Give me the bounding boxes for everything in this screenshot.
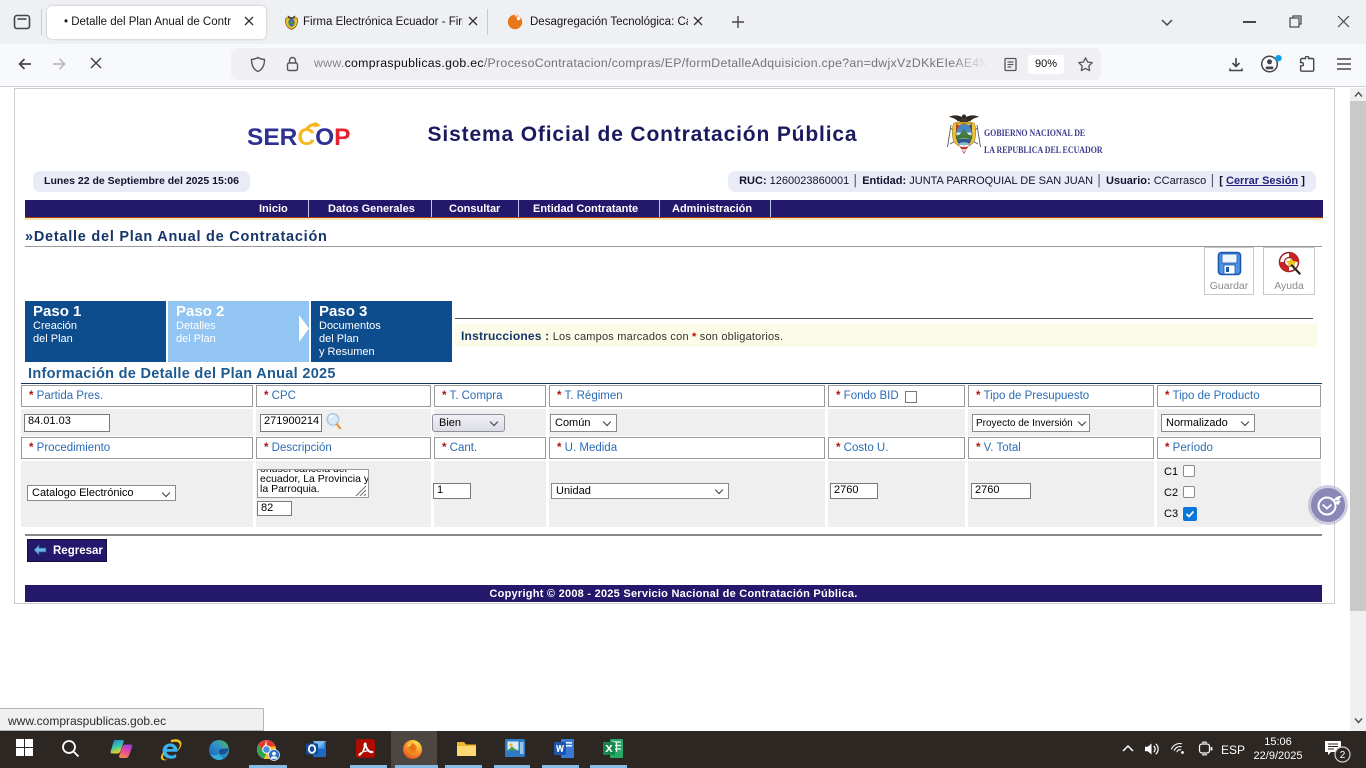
svg-text:2: 2 <box>1340 750 1346 761</box>
